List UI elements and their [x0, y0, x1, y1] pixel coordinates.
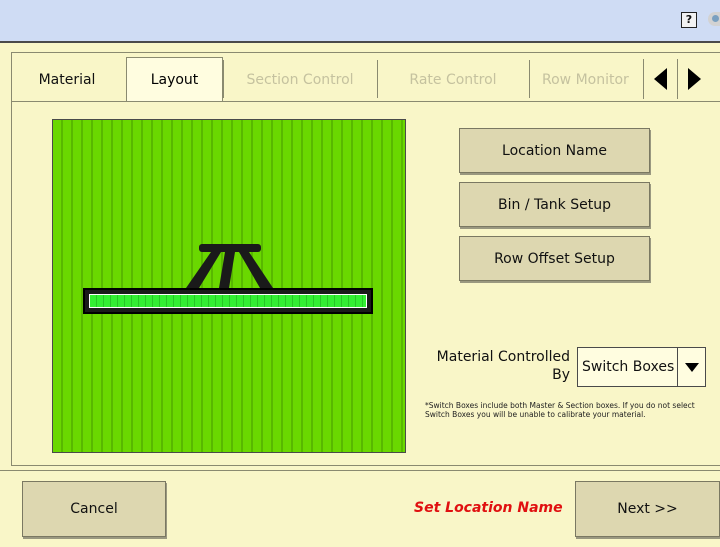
tab-material[interactable]: Material: [11, 58, 123, 101]
tab-scroll-left-button[interactable]: [643, 59, 676, 99]
tab-scroll-right-button[interactable]: [677, 59, 710, 99]
arrow-left-icon: [653, 68, 667, 90]
location-name-button[interactable]: Location Name: [459, 128, 650, 173]
tab-underline: [11, 101, 720, 102]
tab-bar: Material Layout Section Control Rate Con…: [11, 57, 720, 102]
bin-tank-setup-button[interactable]: Bin / Tank Setup: [459, 182, 650, 227]
next-button[interactable]: Next >>: [575, 481, 720, 537]
arrow-right-icon: [687, 68, 701, 90]
implement-hitch-icon: [186, 244, 273, 288]
material-controlled-label-line1: Material Controlled: [436, 349, 570, 365]
material-controlled-label-line2: By: [552, 367, 570, 383]
switch-box-note: *Switch Boxes include both Master & Sect…: [425, 401, 695, 419]
tab-section-control: Section Control: [246, 71, 354, 88]
status-message: Set Location Name: [414, 500, 563, 516]
camera-icon[interactable]: [708, 12, 720, 26]
footer-divider: [0, 470, 720, 471]
layout-preview: [52, 119, 406, 453]
dropdown-arrow-icon: [685, 363, 699, 372]
material-controlled-by-label: Material Controlled By: [418, 348, 570, 384]
top-bar: ?: [0, 0, 720, 43]
help-icon[interactable]: ?: [681, 12, 697, 28]
implement-boom: [83, 288, 373, 314]
tab-layout[interactable]: Layout: [126, 57, 223, 102]
material-control-select[interactable]: Switch Boxes: [577, 347, 706, 387]
select-divider: [677, 348, 678, 386]
material-control-value: Switch Boxes: [582, 359, 675, 375]
boom-sections: [89, 294, 367, 308]
row-offset-setup-button[interactable]: Row Offset Setup: [459, 236, 650, 281]
tab-rate-control: Rate Control: [409, 71, 497, 88]
cancel-button[interactable]: Cancel: [22, 481, 166, 537]
tab-row-monitor: Row Monitor: [542, 71, 629, 88]
